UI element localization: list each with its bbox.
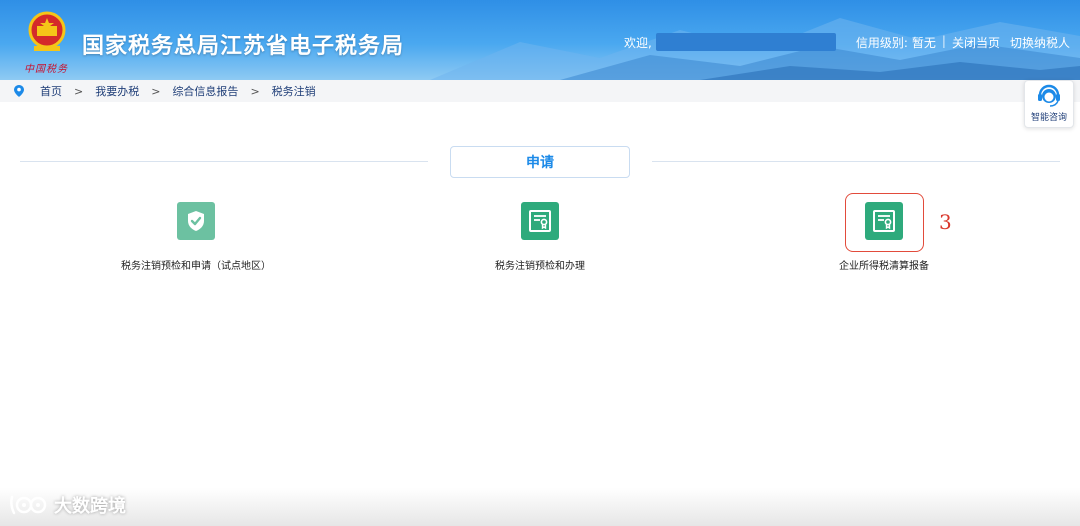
breadcrumb: 首页 > 我要办税 > 综合信息报告 > 税务注销 — [0, 80, 1080, 102]
switch-taxpayer-link[interactable]: 切换纳税人 — [1010, 34, 1070, 51]
national-emblem-icon — [28, 11, 66, 51]
site-header: 中国税务 国家税务总局江苏省电子税务局 欢迎, 信用级别: 暂无 | 关闭当页 … — [0, 0, 1080, 80]
highlight-box — [845, 193, 924, 252]
certificate-icon — [521, 202, 559, 240]
breadcrumb-tax-services[interactable]: 我要办税 — [95, 83, 139, 99]
shield-check-icon — [177, 202, 215, 240]
emblem-signature: 中国税务 — [24, 64, 68, 75]
credit-level-label: 信用级别: — [855, 36, 908, 50]
service-deregistration-precheck-handle[interactable]: 税务注销预检和办理 — [460, 202, 620, 272]
customer-service-icon — [1038, 84, 1060, 107]
breadcrumb-separator: > — [151, 84, 161, 98]
service-label: 税务注销预检和办理 — [495, 261, 585, 272]
breadcrumb-separator: > — [74, 84, 84, 98]
location-pin-icon — [14, 85, 24, 97]
watermark-logo-icon — [10, 495, 47, 515]
breadcrumb-info-report[interactable]: 综合信息报告 — [172, 83, 238, 99]
watermark: 大数跨境 — [8, 492, 126, 518]
credit-level-value: 暂无 — [911, 36, 936, 50]
close-page-link[interactable]: 关闭当页 — [952, 34, 1000, 51]
section-divider-left — [20, 161, 428, 162]
step-number-annotation: 3 — [939, 210, 952, 234]
breadcrumb-tax-deregistration[interactable]: 税务注销 — [272, 83, 316, 99]
breadcrumb-home[interactable]: 首页 — [40, 83, 62, 99]
watermark-text: 大数跨境 — [54, 496, 126, 517]
tab-apply[interactable]: 申请 — [450, 146, 630, 178]
smart-consult-label: 智能咨询 — [1030, 113, 1067, 123]
bottom-fade — [0, 488, 1080, 526]
header-user-menu: 信用级别: 暂无 | 关闭当页 切换纳税人 — [856, 34, 1070, 51]
redacted-user-name — [656, 33, 836, 51]
welcome-text: 欢迎, — [624, 36, 652, 50]
service-deregistration-precheck-apply[interactable]: 税务注销预检和申请（试点地区） — [96, 202, 296, 272]
service-label: 税务注销预检和申请（试点地区） — [121, 261, 271, 272]
site-title: 国家税务总局江苏省电子税务局 — [82, 34, 405, 59]
smart-consult-button[interactable]: 智能咨询 — [1024, 80, 1074, 128]
section-divider-right — [652, 161, 1060, 162]
menu-separator: | — [941, 34, 946, 48]
service-label: 企业所得税清算报备 — [839, 261, 929, 272]
breadcrumb-separator: > — [250, 84, 260, 98]
